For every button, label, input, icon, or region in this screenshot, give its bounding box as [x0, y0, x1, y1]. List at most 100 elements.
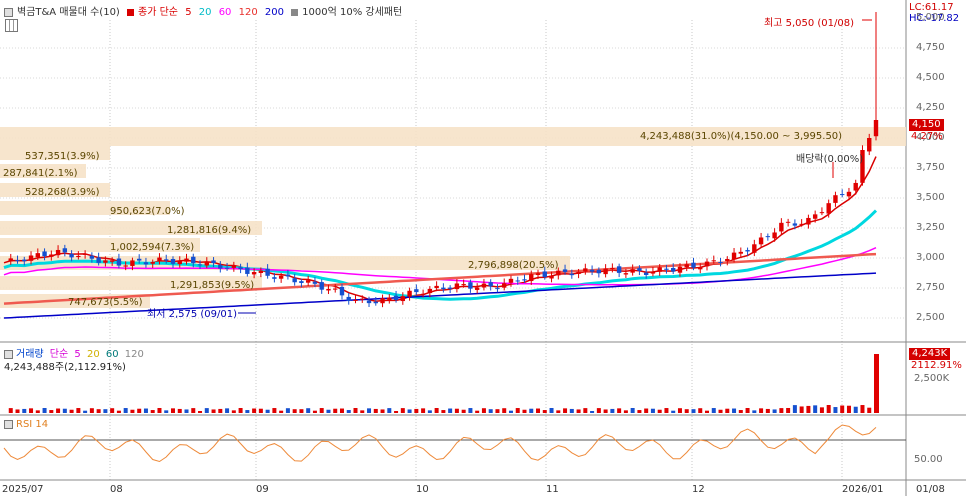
- ma-period-60[interactable]: 60: [219, 7, 232, 18]
- volume-bar: [414, 408, 419, 413]
- volume-bar: [170, 408, 175, 413]
- pattern-label[interactable]: 1000억 10% 강세패턴: [302, 7, 402, 18]
- candle-body: [35, 253, 40, 258]
- candle-body: [265, 268, 270, 276]
- candle-body: [515, 280, 520, 282]
- volume-bar: [840, 405, 845, 413]
- price-tick: 3,250: [916, 222, 945, 233]
- volume-bar: [164, 410, 169, 413]
- candle-body: [407, 290, 412, 297]
- candle-body: [698, 267, 703, 270]
- volume-bar: [231, 410, 236, 413]
- rsi-title[interactable]: RSI 14: [16, 419, 48, 430]
- volume-bar: [563, 408, 568, 413]
- volume-bar: [373, 408, 378, 413]
- volume-bar: [833, 407, 838, 413]
- rsi-axis-tick: 50.00: [914, 454, 943, 465]
- candle-body: [691, 262, 696, 268]
- volume-bar: [738, 410, 743, 413]
- volume-bar: [204, 408, 209, 413]
- ma-period-5[interactable]: 5: [185, 7, 191, 18]
- volume-bar: [772, 409, 777, 413]
- volume-bar: [786, 407, 791, 413]
- volume-axis-tick: 2,500K: [914, 373, 950, 384]
- volume-bar: [150, 410, 155, 413]
- candle-body: [704, 261, 710, 267]
- volume-bar: [765, 408, 770, 413]
- candle-body: [840, 194, 845, 196]
- ma-period-120[interactable]: 120: [239, 7, 258, 18]
- candle-body: [333, 288, 338, 290]
- volume-bar: [502, 408, 507, 413]
- volume-bar: [454, 408, 459, 413]
- candle-body: [191, 256, 196, 264]
- candle-body: [833, 195, 838, 203]
- volume-bar: [184, 409, 189, 413]
- volume-bar: [779, 408, 784, 413]
- volume-bar: [218, 408, 223, 413]
- volume-bar: [285, 408, 290, 413]
- candle-body: [846, 191, 852, 197]
- candle-body: [427, 288, 433, 294]
- profile-label: 1,291,853(9.5%): [170, 280, 255, 291]
- volume-bar: [35, 410, 40, 413]
- x-axis-label: 01/08: [916, 484, 945, 495]
- pattern-color-icon: [291, 8, 299, 16]
- profile-label: 1,002,594(7.3%): [110, 242, 195, 253]
- candle-body: [258, 270, 264, 274]
- candle-body: [305, 280, 311, 283]
- candle-body: [387, 297, 392, 300]
- candle-body: [819, 212, 825, 214]
- volume-bar: [650, 408, 655, 413]
- volume-bar: [137, 408, 142, 413]
- candle-body: [664, 268, 669, 270]
- volume-bar: [745, 408, 750, 413]
- candle-body: [177, 260, 182, 265]
- volume-bar: [468, 408, 473, 413]
- volume-bar: [569, 408, 574, 413]
- candle-body: [603, 268, 608, 275]
- candle-body: [474, 287, 480, 290]
- volume-value: 4,243,488주(2,112.91%): [4, 362, 126, 373]
- x-axis-label: 11: [546, 484, 559, 495]
- candle-body: [103, 260, 108, 263]
- ma-period-20[interactable]: 20: [199, 7, 212, 18]
- volume-bar: [265, 409, 270, 413]
- volume-bar: [211, 409, 216, 413]
- candle-body: [197, 264, 203, 266]
- candle-body: [441, 287, 446, 290]
- candle-body: [69, 253, 74, 258]
- vol-ma-120[interactable]: 120: [125, 349, 144, 360]
- candle-body: [488, 282, 493, 287]
- candle-body: [170, 259, 176, 264]
- candle-body: [461, 284, 466, 286]
- candle-body: [15, 260, 20, 262]
- price-tick: 4,500: [916, 72, 945, 83]
- volume-bar: [664, 408, 669, 413]
- volume-bar: [367, 408, 372, 413]
- candle-body: [630, 269, 635, 273]
- candle-body: [211, 260, 216, 264]
- collapse-icon[interactable]: [4, 419, 13, 429]
- volume-bar: [576, 409, 581, 413]
- volume-bar: [83, 410, 88, 413]
- main-legend: 벽금T&A 매물대 수(10) 종가 단순 5 20 60 120 200 10…: [4, 3, 406, 18]
- candle-body: [583, 268, 588, 272]
- candle-body: [319, 282, 324, 290]
- volume-bar: [846, 405, 851, 413]
- volume-bar: [508, 410, 513, 413]
- volume-bar: [711, 408, 716, 413]
- volume-bar: [691, 409, 696, 413]
- price-tick: 4,750: [916, 42, 945, 53]
- candle-body: [657, 267, 662, 272]
- candle-body: [569, 273, 575, 276]
- ma-color-icon: [127, 8, 135, 16]
- ma-period-200[interactable]: 200: [265, 7, 284, 18]
- candle-body: [373, 301, 378, 304]
- volume-bar: [387, 408, 392, 413]
- collapse-icon[interactable]: [4, 7, 13, 17]
- candle-body: [292, 278, 297, 283]
- candle-body: [116, 258, 122, 266]
- current-price-badge: 4,150: [909, 119, 944, 131]
- grid-icon[interactable]: [5, 19, 18, 32]
